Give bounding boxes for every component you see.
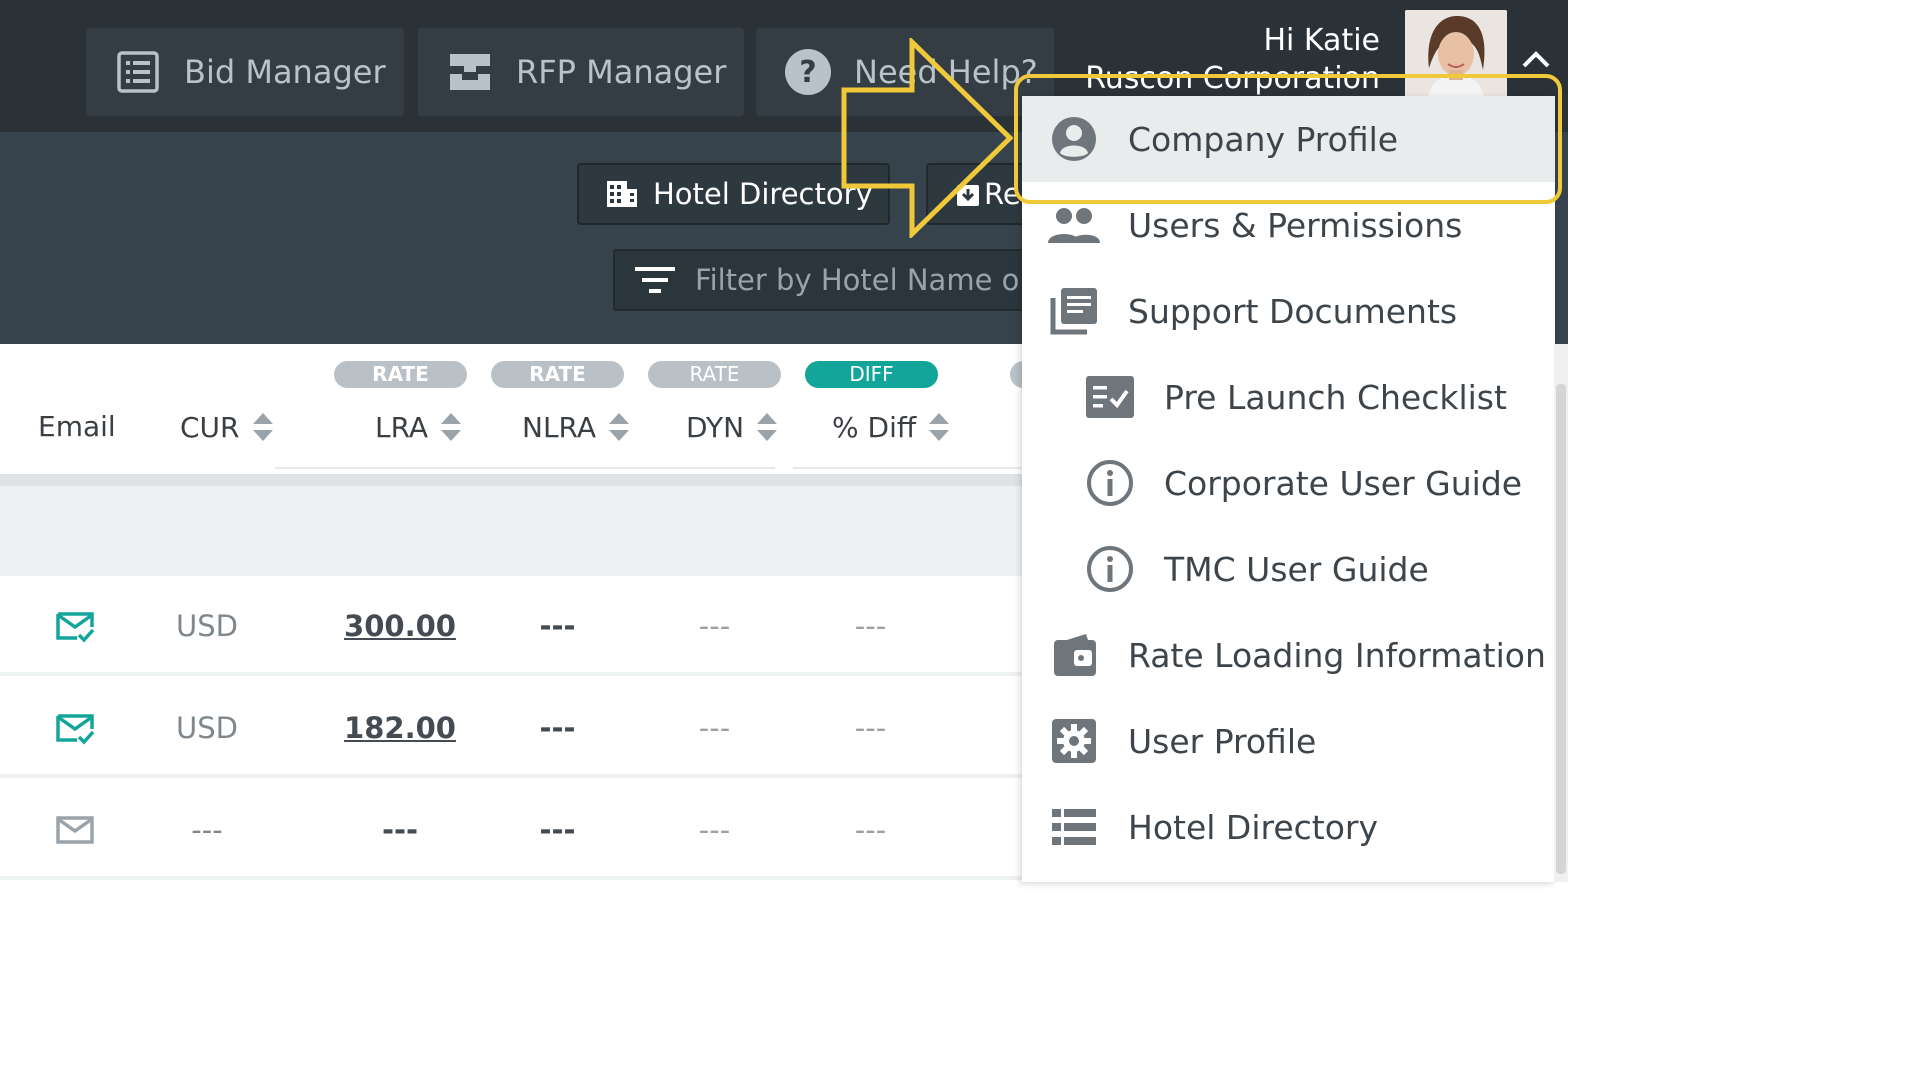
dyn-cell: --- bbox=[698, 609, 731, 643]
info-icon bbox=[1080, 539, 1140, 599]
table-row[interactable]: --- --- --- --- --- bbox=[0, 780, 1022, 880]
diff-pill: DIFF bbox=[805, 361, 938, 388]
list-icon bbox=[1044, 797, 1104, 857]
nlra-cell: --- bbox=[539, 609, 576, 643]
building-icon bbox=[605, 179, 639, 209]
currency-cell: USD bbox=[176, 609, 238, 643]
header-underline bbox=[275, 467, 775, 469]
menu-item-label: Rate Loading Information bbox=[1128, 635, 1546, 675]
bid-manager-button[interactable]: Bid Manager bbox=[86, 28, 404, 116]
nlra-cell: --- bbox=[539, 813, 576, 847]
menu-item-label: Pre Launch Checklist bbox=[1164, 377, 1507, 417]
currency-cell: --- bbox=[191, 813, 223, 847]
filter-box[interactable] bbox=[613, 249, 1043, 311]
menu-item-label: TMC User Guide bbox=[1164, 549, 1429, 589]
menu-item-hotel-directory[interactable]: Hotel Directory bbox=[1022, 784, 1555, 870]
header-diff[interactable]: % Diff bbox=[832, 410, 950, 444]
header-lra[interactable]: LRA bbox=[375, 410, 462, 444]
menu-item-user-profile[interactable]: User Profile bbox=[1022, 698, 1555, 784]
currency-cell: USD bbox=[176, 711, 238, 745]
question-icon: ? bbox=[780, 44, 836, 100]
table-row[interactable]: USD 300.00 --- --- --- bbox=[0, 576, 1022, 676]
rate-pill-dyn: RATE bbox=[648, 361, 781, 388]
diff-cell: --- bbox=[854, 813, 887, 847]
menu-item-pre-launch-checklist[interactable]: Pre Launch Checklist bbox=[1022, 354, 1555, 440]
checklist-icon bbox=[1080, 367, 1140, 427]
nlra-cell: --- bbox=[539, 711, 576, 745]
menu-item-label: Hotel Directory bbox=[1128, 807, 1378, 847]
sort-icon[interactable] bbox=[440, 410, 462, 444]
header-cur[interactable]: CUR bbox=[180, 410, 274, 444]
menu-item-rate-loading-information[interactable]: Rate Loading Information bbox=[1022, 612, 1555, 698]
header-nlra[interactable]: NLRA bbox=[522, 410, 630, 444]
hotel-rates-table: RATE RATE RATE DIFF Email CUR LRA NLRA D… bbox=[0, 344, 1024, 882]
filter-icon bbox=[635, 265, 675, 295]
rfp-manager-label: RFP Manager bbox=[516, 53, 727, 91]
email-sent-icon[interactable] bbox=[30, 576, 120, 676]
menu-item-tmc-user-guide[interactable]: TMC User Guide bbox=[1022, 526, 1555, 612]
sort-icon[interactable] bbox=[252, 410, 274, 444]
email-sent-icon[interactable] bbox=[30, 678, 120, 778]
lra-rate-link[interactable]: 300.00 bbox=[330, 576, 470, 676]
rfp-manager-button[interactable]: RFP Manager bbox=[418, 28, 744, 116]
sort-icon[interactable] bbox=[756, 410, 778, 444]
highlight-box bbox=[1014, 74, 1562, 204]
scrollbar[interactable] bbox=[1554, 344, 1568, 882]
diff-cell: --- bbox=[854, 609, 887, 643]
lra-cell: --- bbox=[381, 813, 419, 847]
lra-rate-link[interactable]: 182.00 bbox=[330, 678, 470, 778]
header-underline bbox=[793, 467, 1022, 469]
users-icon bbox=[1044, 195, 1104, 255]
svg-text:?: ? bbox=[799, 55, 816, 90]
sort-icon[interactable] bbox=[928, 410, 950, 444]
scrollbar-thumb[interactable] bbox=[1556, 384, 1566, 874]
info-icon bbox=[1080, 453, 1140, 513]
header-email: Email bbox=[38, 410, 116, 443]
inbox-icon bbox=[442, 44, 498, 100]
chevron-up-icon[interactable] bbox=[1518, 44, 1554, 76]
header-dyn[interactable]: DYN bbox=[686, 410, 778, 444]
list-icon bbox=[110, 44, 166, 100]
documents-icon bbox=[1044, 281, 1104, 341]
greeting-text: Hi Katie bbox=[1263, 23, 1380, 58]
menu-item-label: Corporate User Guide bbox=[1164, 463, 1523, 503]
bid-manager-label: Bid Manager bbox=[184, 53, 386, 91]
dyn-cell: --- bbox=[698, 711, 731, 745]
menu-item-label: Support Documents bbox=[1128, 291, 1458, 331]
table-divider bbox=[0, 474, 1022, 486]
email-icon[interactable] bbox=[30, 780, 120, 880]
filter-input[interactable] bbox=[695, 263, 1041, 297]
group-band bbox=[0, 486, 1022, 576]
menu-item-label: User Profile bbox=[1128, 721, 1317, 761]
rate-pill-lra: RATE bbox=[334, 361, 467, 388]
dyn-cell: --- bbox=[698, 813, 731, 847]
wallet-icon bbox=[1044, 625, 1104, 685]
diff-cell: --- bbox=[854, 711, 887, 745]
menu-item-corporate-user-guide[interactable]: Corporate User Guide bbox=[1022, 440, 1555, 526]
account-dropdown-menu: Company Profile Users & Permissions Supp… bbox=[1022, 96, 1555, 882]
rate-pill-nlra: RATE bbox=[491, 361, 624, 388]
pointer-arrow-icon bbox=[841, 38, 1014, 238]
menu-item-support-documents[interactable]: Support Documents bbox=[1022, 268, 1555, 354]
menu-item-label: Users & Permissions bbox=[1128, 205, 1463, 245]
gear-icon bbox=[1044, 711, 1104, 771]
sort-icon[interactable] bbox=[608, 410, 630, 444]
table-row[interactable]: USD 182.00 --- --- --- bbox=[0, 678, 1022, 778]
